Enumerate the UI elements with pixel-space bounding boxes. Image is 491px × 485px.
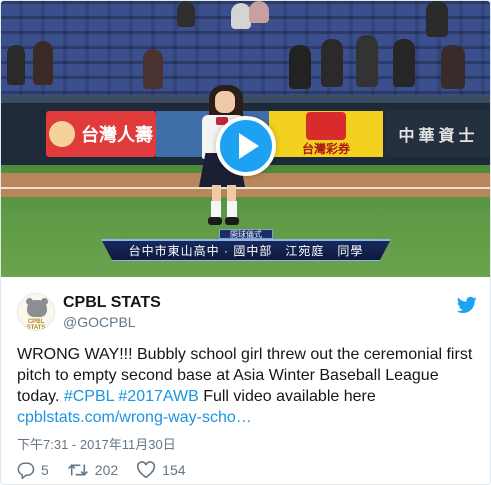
avatar[interactable]: CPBL STATS (17, 293, 55, 331)
play-icon (239, 133, 259, 159)
caption-title: 開球儀式 (219, 229, 273, 239)
retweet-button[interactable]: 202 (67, 461, 118, 479)
reply-count: 5 (41, 462, 49, 478)
caption-text: 台中市東山高中 · 國中部 江宛庭 同學 (101, 239, 391, 261)
spectator (143, 49, 163, 89)
ad-text: 台灣彩券 (301, 141, 350, 156)
field-line (1, 187, 490, 189)
spectator (7, 45, 25, 85)
spectator (289, 45, 311, 89)
video-thumbnail[interactable]: 台灣人壽 台灣彩券 中華資士 開球儀式 台中市東山高中 · 國中部 江宛庭 同學 (1, 1, 490, 277)
girl-face (215, 91, 235, 113)
spectator (231, 3, 251, 29)
warning-track (1, 173, 490, 197)
ad-board-lottery: 台灣彩券 (269, 111, 383, 157)
ad-board-dark: 中華資士 (385, 111, 490, 157)
spectator (177, 1, 195, 27)
spectator (426, 1, 448, 37)
broadcast-caption: 開球儀式 台中市東山高中 · 國中部 江宛庭 同學 (101, 229, 391, 263)
girl-shoe (208, 217, 222, 225)
like-button[interactable]: 154 (136, 461, 186, 479)
hashtag-link[interactable]: #CPBL (64, 388, 114, 405)
like-count: 154 (162, 462, 186, 478)
reply-icon (17, 462, 35, 479)
retweet-icon (67, 464, 88, 476)
heart-icon (137, 461, 156, 479)
retweet-count: 202 (94, 462, 119, 478)
tweet-timestamp[interactable]: 下午7:31 - 2017年11月30日 (17, 434, 176, 453)
tweet-url-link[interactable]: cpblstats.com/wrong-way-scho… (17, 409, 252, 426)
spectator (393, 39, 415, 87)
ad-text: 中華資士 (398, 128, 479, 145)
bear-icon (27, 300, 47, 317)
spectator (321, 39, 343, 87)
tweet-actions: 5 202 154 (17, 460, 204, 480)
play-button[interactable] (216, 116, 276, 176)
reply-button[interactable]: 5 (17, 461, 49, 479)
spectator (441, 45, 465, 89)
tweet-text: WRONG WAY!!! Bubbly school girl threw ou… (17, 344, 479, 428)
twitter-bird-icon[interactable] (457, 296, 477, 314)
avatar-text: CPBL STATS (26, 319, 46, 331)
spectator (249, 1, 269, 23)
tweet-text-part: Full video available here (198, 388, 376, 405)
spectator (33, 41, 53, 85)
insurance-logo (49, 121, 75, 147)
hashtag-link[interactable]: #2017AWB (118, 388, 198, 405)
ad-board-insurance: 台灣人壽 (46, 111, 156, 157)
author-name[interactable]: CPBL STATS (63, 294, 161, 312)
ad-text: 台灣人壽 (81, 125, 153, 145)
lottery-logo (306, 111, 346, 140)
girl-shoe (225, 217, 239, 225)
author-handle[interactable]: @GOCPBL (63, 314, 136, 330)
wall-strip (1, 95, 490, 103)
tweet-card[interactable]: 台灣人壽 台灣彩券 中華資士 開球儀式 台中市東山高中 · 國中部 江宛庭 同學 (0, 0, 491, 485)
spectator (356, 35, 378, 87)
